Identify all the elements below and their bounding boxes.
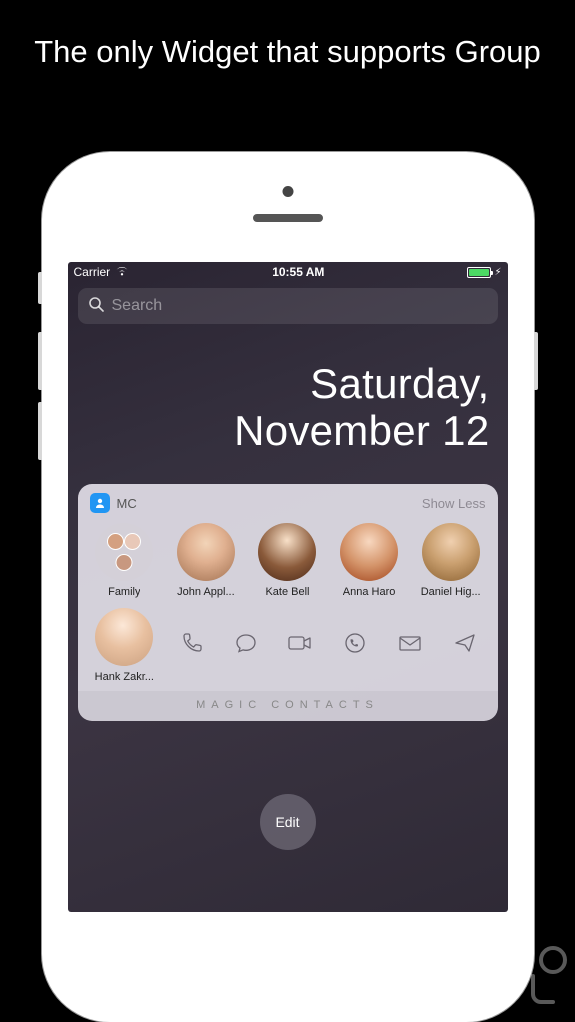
widget-title: MC: [117, 496, 415, 511]
contact-name: John Appl...: [177, 586, 235, 598]
spotlight-search-bar[interactable]: [78, 288, 498, 324]
contacts-row-2: Hank Zakr...: [78, 600, 498, 691]
phone-icon[interactable]: [180, 631, 204, 660]
watermark-logo: [525, 946, 569, 1013]
widget-app-icon: [90, 493, 110, 513]
wifi-icon: [115, 265, 129, 279]
volume-up-button: [38, 332, 42, 390]
phone-screen: Carrier 10:55 AM ⚡︎ Saturday, November 1…: [68, 262, 508, 912]
lock-screen-date: Saturday, November 12: [68, 330, 508, 478]
message-icon[interactable]: [234, 631, 258, 660]
battery-icon: [467, 267, 491, 278]
contact-family-group[interactable]: Family: [84, 523, 166, 598]
status-time: 10:55 AM: [272, 265, 324, 279]
email-icon[interactable]: [397, 631, 423, 660]
earpiece-speaker: [253, 214, 323, 222]
contact-name: Daniel Hig...: [421, 586, 481, 598]
contact-anna[interactable]: Anna Haro: [328, 523, 410, 598]
promo-headline: The only Widget that supports Group: [0, 0, 575, 82]
power-button: [534, 332, 538, 390]
date-month-day: November 12: [78, 407, 490, 454]
contacts-widget: MC Show Less Family John Appl... Kate Be…: [78, 484, 498, 721]
avatar-icon: [422, 523, 480, 581]
edit-widgets-button[interactable]: Edit: [260, 794, 316, 850]
contact-hank[interactable]: Hank Zakr...: [84, 608, 166, 683]
avatar-icon: [258, 523, 316, 581]
charging-icon: ⚡︎: [494, 267, 501, 278]
contact-john[interactable]: John Appl...: [165, 523, 247, 598]
action-icons-row: [165, 631, 491, 660]
contact-name: Family: [108, 586, 140, 598]
whatsapp-icon[interactable]: [343, 631, 367, 660]
search-icon: [88, 296, 104, 317]
show-less-button[interactable]: Show Less: [422, 496, 486, 511]
group-avatar-icon: [95, 523, 153, 581]
contact-kate[interactable]: Kate Bell: [247, 523, 329, 598]
contact-daniel[interactable]: Daniel Hig...: [410, 523, 492, 598]
volume-down-button: [38, 402, 42, 460]
phone-device-frame: Carrier 10:55 AM ⚡︎ Saturday, November 1…: [42, 152, 534, 1022]
contact-name: Hank Zakr...: [95, 671, 154, 683]
send-icon[interactable]: [453, 631, 477, 660]
contact-name: Anna Haro: [343, 586, 396, 598]
contacts-row-1: Family John Appl... Kate Bell Anna Haro …: [78, 519, 498, 600]
search-input[interactable]: [112, 297, 488, 315]
volume-mute-switch: [38, 272, 42, 304]
avatar-icon: [95, 608, 153, 666]
status-bar: Carrier 10:55 AM ⚡︎: [68, 262, 508, 282]
video-icon[interactable]: [287, 631, 313, 660]
date-weekday: Saturday,: [78, 360, 490, 407]
avatar-icon: [340, 523, 398, 581]
avatar-icon: [177, 523, 235, 581]
front-camera: [282, 186, 293, 197]
contact-name: Kate Bell: [265, 586, 309, 598]
widget-footer-label: MAGIC CONTACTS: [78, 691, 498, 721]
widget-header: MC Show Less: [78, 484, 498, 519]
carrier-label: Carrier: [74, 265, 111, 279]
